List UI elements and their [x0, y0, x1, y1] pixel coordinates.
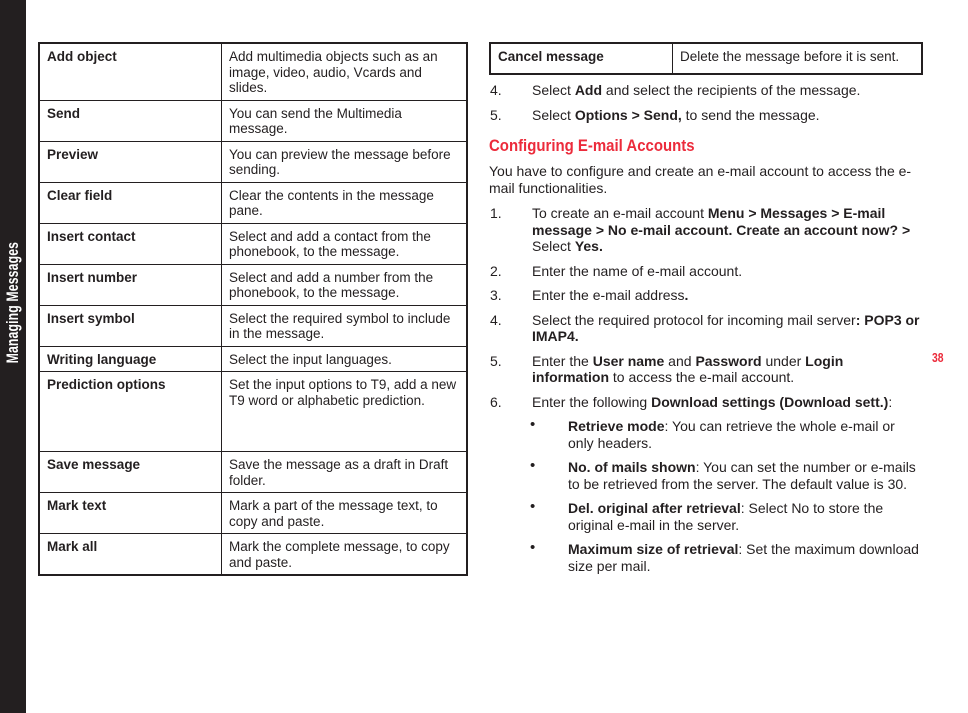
list-item: 4. Select Add and select the recipients … [489, 82, 923, 99]
page-number: 38 [932, 350, 944, 365]
option-name-cell: Add object [38, 42, 222, 101]
option-description-cell: Clear the contents in the message pane. [221, 181, 468, 224]
step-number: 4. [490, 82, 502, 98]
list-item: 4. Select the required protocol for inco… [489, 312, 923, 345]
option-name-cell: Insert contact [38, 222, 222, 265]
step-number: 3. [490, 287, 502, 303]
option-description-cell: Select the input languages. [221, 345, 468, 372]
step-number: 6. [490, 393, 502, 410]
step-text: Select Add and select the recipients of … [532, 82, 861, 98]
table-row: Prediction options Set the input options… [38, 371, 468, 452]
option-description-cell: Set the input options to T9, add a new T… [221, 371, 468, 452]
cancel-message-table-body: Cancel message Delete the message before… [489, 42, 923, 75]
bullet-icon: • [530, 457, 536, 474]
step-number: 5. [490, 106, 502, 123]
table-row: Insert number Select and add a number fr… [38, 263, 468, 306]
option-name-cell: Insert number [38, 263, 222, 306]
option-name-cell: Writing language [38, 345, 222, 372]
option-name-cell: Save message [38, 451, 222, 493]
sidebar-spine: Managing Messages [0, 0, 26, 713]
step-number: 4. [490, 311, 502, 328]
step-text: Enter the following Download settings (D… [532, 393, 893, 410]
right-column: Cancel message Delete the message before… [489, 42, 923, 582]
mms-options-table-body: Add object Add multimedia objects such a… [38, 42, 468, 576]
step-text: To create an e-mail account Menu > Messa… [532, 205, 911, 254]
table-row: Send You can send the Multimedia message… [38, 99, 468, 142]
option-description-cell: Delete the message before it is sent. [672, 42, 923, 75]
step-text: Enter the e-mail address. [532, 287, 689, 303]
option-name-cell: Mark all [38, 533, 222, 576]
option-description-cell: You can preview the message before sendi… [221, 140, 468, 183]
list-item: • Maximum size of retrieval: Set the max… [489, 539, 923, 574]
option-name-cell: Clear field [38, 181, 222, 224]
table-row: Add object Add multimedia objects such a… [38, 42, 468, 101]
list-item: • No. of mails shown: You can set the nu… [489, 457, 923, 492]
table-row: Preview You can preview the message befo… [38, 140, 468, 183]
option-description-cell: You can send the Multimedia message. [221, 99, 468, 142]
list-item: 6. Enter the following Download settings… [489, 394, 923, 411]
sidebar-chapter-label-text: Managing Messages [3, 242, 22, 364]
list-item: 5. Enter the User name and Password unde… [489, 353, 923, 386]
option-name-cell: Preview [38, 140, 222, 183]
section-heading: Configuring E-mail Accounts [489, 136, 695, 155]
step-number: 1. [490, 205, 502, 221]
left-column: Add object Add multimedia objects such a… [38, 42, 468, 576]
mms-send-steps: 4. Select Add and select the recipients … [489, 82, 923, 123]
bullet-icon: • [530, 539, 536, 556]
list-item: • Del. original after retrieval: Select … [489, 498, 923, 533]
list-item: 5. Select Options > Send, to send the me… [489, 107, 923, 124]
option-name-cell: Mark text [38, 492, 222, 534]
table-row: Writing language Select the input langua… [38, 345, 468, 372]
step-number: 5. [490, 352, 502, 369]
step-text: Select the required protocol for incomin… [532, 311, 920, 345]
cancel-message-table: Cancel message Delete the message before… [489, 42, 923, 75]
step-number: 2. [490, 262, 502, 279]
option-description-cell: Mark a part of the message text, to copy… [221, 492, 468, 534]
bullet-text: Del. original after retrieval: Select No… [568, 500, 884, 533]
step-text: Enter the name of e-mail account. [532, 262, 743, 279]
bullet-icon: • [530, 416, 536, 433]
table-row: Save message Save the message as a draft… [38, 451, 468, 493]
table-row: Mark all Mark the complete message, to c… [38, 533, 468, 576]
option-name-cell: Send [38, 99, 222, 142]
table-row: Mark text Mark a part of the message tex… [38, 492, 468, 534]
option-description-cell: Select and add a number from the phonebo… [221, 263, 468, 306]
option-description-cell: Select and add a contact from the phoneb… [221, 222, 468, 265]
download-settings-bullets: • Retrieve mode: You can retrieve the wh… [489, 416, 923, 574]
bullet-text: Retrieve mode: You can retrieve the whol… [568, 418, 895, 451]
table-row: Cancel message Delete the message before… [489, 42, 923, 75]
table-row: Insert symbol Select the required symbol… [38, 304, 468, 347]
section-intro-paragraph: You have to configure and create an e-ma… [489, 163, 912, 196]
option-description-cell: Save the message as a draft in Draft fol… [221, 451, 468, 493]
list-item: 3. Enter the e-mail address. [489, 287, 923, 304]
list-item: • Retrieve mode: You can retrieve the wh… [489, 416, 923, 451]
option-description-cell: Mark the complete message, to copy and p… [221, 533, 468, 576]
bullet-icon: • [530, 498, 536, 515]
step-text: Enter the User name and Password under L… [532, 352, 844, 386]
table-row: Insert contact Select and add a contact … [38, 222, 468, 265]
bullet-text: Maximum size of retrieval: Set the maxim… [568, 541, 919, 574]
option-name-cell: Prediction options [38, 371, 222, 452]
bullet-text: No. of mails shown: You can set the numb… [568, 459, 916, 492]
sidebar-chapter-label: Managing Messages [0, 190, 26, 416]
mms-options-table: Add object Add multimedia objects such a… [38, 42, 468, 576]
email-account-steps: 1. To create an e-mail account Menu > Me… [489, 205, 923, 410]
option-description-cell: Select the required symbol to include in… [221, 304, 468, 347]
list-item: 1. To create an e-mail account Menu > Me… [489, 205, 923, 255]
list-item: 2. Enter the name of e-mail account. [489, 263, 923, 280]
option-description-cell: Add multimedia objects such as an image,… [221, 42, 468, 101]
table-row: Clear field Clear the contents in the me… [38, 181, 468, 224]
option-name-cell: Cancel message [489, 42, 673, 75]
option-name-cell: Insert symbol [38, 304, 222, 347]
step-text: Select Options > Send, to send the messa… [532, 106, 820, 123]
